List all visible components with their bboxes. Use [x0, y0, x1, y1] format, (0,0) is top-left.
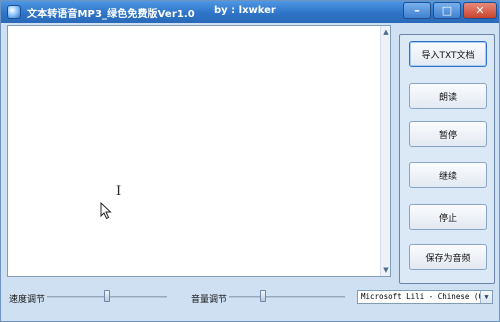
resume-button[interactable]: 继续 — [409, 162, 487, 188]
volume-slider-thumb[interactable] — [260, 290, 266, 302]
app-icon — [7, 5, 21, 19]
import-txt-button[interactable]: 导入TXT文档 — [409, 41, 487, 67]
scroll-up-arrow-icon[interactable]: ▲ — [381, 26, 391, 38]
text-area-scrollbar[interactable]: ▲ ▼ — [380, 26, 390, 276]
minimize-button[interactable]: – — [403, 2, 431, 19]
title-bar[interactable]: 文本转语音MP3_绿色免费版Ver1.0 by : lxwker – □ ✕ — [1, 1, 499, 23]
voice-select-value: Microsoft Lili - Chinese (Chi — [361, 292, 492, 301]
save-audio-button[interactable]: 保存为音频 — [409, 244, 487, 270]
maximize-button[interactable]: □ — [433, 2, 461, 19]
read-aloud-button[interactable]: 朗读 — [409, 83, 487, 109]
text-cursor-icon: I — [116, 184, 122, 199]
volume-label: 音量调节 — [191, 295, 228, 305]
speed-slider-thumb[interactable] — [104, 290, 110, 302]
chevron-down-icon[interactable]: ▼ — [480, 291, 492, 303]
scroll-down-arrow-icon[interactable]: ▼ — [381, 264, 391, 276]
author-label: by : lxwker — [214, 5, 276, 16]
pause-button[interactable]: 暂停 — [409, 121, 487, 147]
close-button[interactable]: ✕ — [463, 2, 497, 19]
stop-button[interactable]: 停止 — [409, 204, 487, 230]
action-button-panel: 导入TXT文档 朗读 暂停 继续 停止 保存为音频 — [399, 34, 495, 284]
mouse-pointer-icon — [100, 202, 112, 220]
app-window: 文本转语音MP3_绿色免费版Ver1.0 by : lxwker – □ ✕ I… — [0, 0, 500, 322]
window-title: 文本转语音MP3_绿色免费版Ver1.0 — [27, 9, 195, 20]
volume-slider[interactable] — [229, 296, 345, 298]
speed-label: 速度调节 — [9, 295, 46, 305]
text-input-area[interactable]: I ▲ ▼ — [7, 25, 391, 277]
window-controls: – □ ✕ — [403, 2, 497, 19]
voice-select[interactable]: Microsoft Lili - Chinese (Chi ▼ — [357, 290, 493, 304]
